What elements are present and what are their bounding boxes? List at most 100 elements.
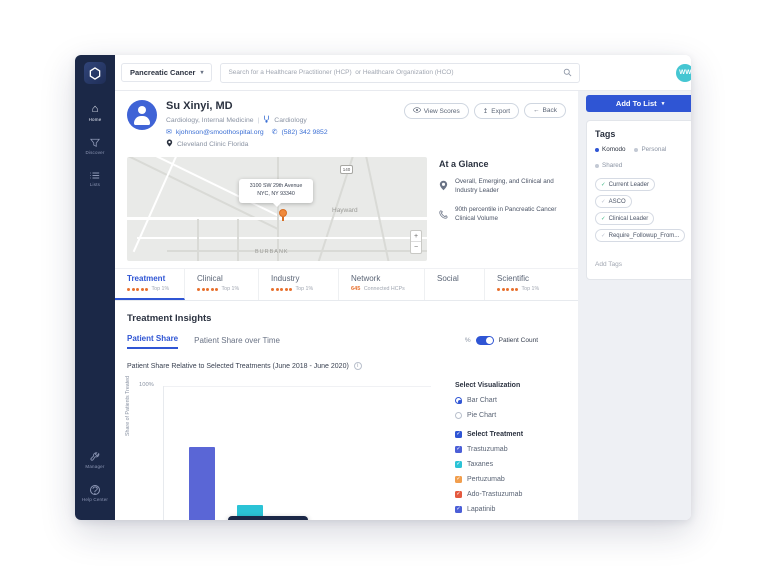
- add-tags-field[interactable]: [595, 253, 686, 271]
- phone-receiver-icon: [439, 205, 449, 224]
- funnel-icon: [89, 138, 100, 148]
- tab-patient-share[interactable]: Patient Share: [127, 334, 179, 349]
- tab-patient-share-over-time[interactable]: Patient Share over Time: [194, 336, 280, 349]
- checkbox-label: Ado-Trastuzumab: [467, 491, 523, 498]
- home-icon: ⌂: [91, 103, 99, 115]
- search-box[interactable]: [220, 62, 581, 83]
- tab-social[interactable]: Social: [425, 269, 485, 300]
- tag-filter-personal[interactable]: Personal: [634, 146, 666, 153]
- search-icon[interactable]: [563, 64, 572, 82]
- chart-plot-area: [163, 386, 431, 520]
- tab-clinical[interactable]: Clinical Top 1%: [185, 269, 259, 300]
- profile-actions: View Scores ↥ Export ← Back: [403, 100, 566, 149]
- sidebar-item-help-center[interactable]: ? Help Center: [82, 485, 108, 502]
- tab-treatment[interactable]: Treatment Top 1%: [115, 269, 185, 300]
- disease-dropdown-label: Pancreatic Cancer: [130, 68, 196, 77]
- sidebar-item-manager[interactable]: Manager: [85, 452, 104, 469]
- add-tags-input[interactable]: [595, 261, 686, 268]
- tag-pill-clinical-leader[interactable]: ✓ Clinical Leader: [595, 212, 655, 225]
- tab-industry[interactable]: Industry Top 1%: [259, 269, 339, 300]
- profile-info: Su Xinyi, MD Cardiology, Internal Medici…: [166, 100, 328, 149]
- gridline-100: [164, 386, 431, 387]
- tag-pill-current-leader[interactable]: ✓ Current Leader: [595, 178, 655, 191]
- check-icon: ✓: [601, 232, 606, 239]
- tag-filter-komodo[interactable]: Komodo: [595, 146, 625, 153]
- checkbox-ado-trastuzumab[interactable]: ✓ Ado-Trastuzumab: [455, 491, 566, 498]
- tab-score: Top 1%: [127, 286, 184, 292]
- map-road: [363, 157, 393, 261]
- sidebar-item-lists[interactable]: Lists: [90, 171, 100, 187]
- chart-row: Share of Patients Treated 100% Select Vi…: [125, 375, 566, 520]
- add-to-list-button[interactable]: Add To List ▾: [586, 95, 691, 112]
- radio-label: Bar Chart: [467, 397, 497, 404]
- radio-icon: [455, 397, 462, 404]
- tag-filter-shared[interactable]: Shared: [595, 162, 622, 169]
- back-button[interactable]: ← Back: [524, 103, 566, 118]
- chevron-down-icon: ▾: [200, 70, 204, 76]
- map-pin-icon[interactable]: [279, 209, 287, 221]
- at-a-glance-title: At a Glance: [439, 159, 489, 169]
- profile-organization[interactable]: Cleveland Clinic Florida: [177, 141, 248, 148]
- radio-dot-icon: [595, 163, 599, 168]
- view-scores-button[interactable]: View Scores: [403, 103, 469, 119]
- profile-header: Su Xinyi, MD Cardiology, Internal Medici…: [115, 91, 578, 153]
- radio-pie-chart[interactable]: Pie Chart: [455, 412, 566, 419]
- tab-label: Network: [351, 274, 381, 283]
- profile-specialty-line: Cardiology, Internal Medicine | Cardiolo…: [166, 115, 328, 125]
- search-input[interactable]: [228, 69, 564, 76]
- radio-dot-icon: [595, 147, 599, 152]
- export-button[interactable]: ↥ Export: [473, 103, 520, 119]
- app-logo[interactable]: [84, 62, 106, 84]
- unit-toggle[interactable]: [475, 336, 494, 345]
- user-avatar[interactable]: WW: [676, 63, 691, 82]
- tab-score: Top 1%: [197, 286, 258, 292]
- zoom-in-button[interactable]: +: [411, 231, 421, 242]
- insights-subtabs-row: Patient Share Patient Share over Time % …: [127, 334, 566, 349]
- profile-phone[interactable]: (582) 342 9852: [282, 129, 328, 136]
- map-label-hayward: Hayward: [332, 207, 358, 214]
- score-tabs: Treatment Top 1% Clinical Top 1% Industr…: [115, 268, 578, 301]
- bar-trastuzumab[interactable]: [189, 447, 215, 520]
- checkbox-select-treatment[interactable]: ✓ Select Treatment: [455, 431, 566, 438]
- profile-email[interactable]: kjohnson@smoothospital.org: [176, 129, 264, 136]
- zoom-out-button[interactable]: −: [411, 242, 421, 253]
- check-icon: ✓: [601, 198, 606, 205]
- info-icon[interactable]: i: [353, 362, 362, 370]
- map-road: [277, 157, 279, 261]
- checkbox-label: Pertuzumab: [467, 476, 505, 483]
- sidebar-item-label: Lists: [89, 182, 101, 187]
- export-label: Export: [491, 107, 511, 115]
- sidebar-item-home[interactable]: ⌂ Home: [89, 103, 102, 123]
- export-icon: ↥: [482, 108, 489, 115]
- checkbox-icon: ✓: [455, 446, 462, 453]
- phone-icon: ✆: [271, 129, 278, 136]
- at-a-glance: At a Glance Overall, Emerging, and Clini…: [439, 157, 566, 261]
- pin-icon: [439, 177, 449, 196]
- content-row: Su Xinyi, MD Cardiology, Internal Medici…: [115, 91, 691, 520]
- checkbox-trastuzumab[interactable]: ✓ Trastuzumab: [455, 446, 566, 453]
- sidebar-item-discover[interactable]: Discover: [85, 138, 104, 155]
- route-shield: 140: [340, 165, 353, 174]
- sidebar-item-label: Discover: [85, 150, 105, 155]
- tab-label: Industry: [271, 274, 300, 283]
- radio-bar-chart[interactable]: Bar Chart: [455, 397, 566, 404]
- checkbox-pertuzumab[interactable]: ✓ Pertuzumab: [455, 476, 566, 483]
- tag-pill-asco[interactable]: ✓ ASCO: [595, 195, 632, 208]
- profile-organization-line: Cleveland Clinic Florida: [166, 139, 328, 149]
- y-axis-label: Share of Patients Treated: [125, 375, 131, 436]
- tag-pill-require-followup[interactable]: ✓ Require_Followup_From...: [595, 229, 686, 242]
- tab-label: Treatment: [127, 274, 166, 283]
- patient-count-label: Patient Count: [498, 337, 538, 344]
- disease-dropdown[interactable]: Pancreatic Cancer ▾: [121, 63, 213, 82]
- tab-network[interactable]: Network 645 Connected HCPs: [339, 269, 425, 300]
- map[interactable]: Hayward BURBANK 140 3100 SW 29th Avenue …: [127, 157, 427, 261]
- tab-scientific[interactable]: Scientific Top 1%: [485, 269, 577, 300]
- tags-card: Tags Komodo Personal Shared ✓ Current Le…: [586, 120, 691, 280]
- topbar: Pancreatic Cancer ▾ WW: [115, 55, 691, 91]
- connected-hcp-count: 645: [351, 286, 361, 292]
- chart-controls: Select Visualization Bar Chart Pie Chart: [441, 378, 566, 520]
- map-zoom-controls: + −: [410, 230, 422, 254]
- checkbox-taxanes[interactable]: ✓ Taxanes: [455, 461, 566, 468]
- map-tooltip-city: NYC, NY 93340: [257, 190, 295, 197]
- checkbox-lapatinib[interactable]: ✓ Lapatinib: [455, 506, 566, 513]
